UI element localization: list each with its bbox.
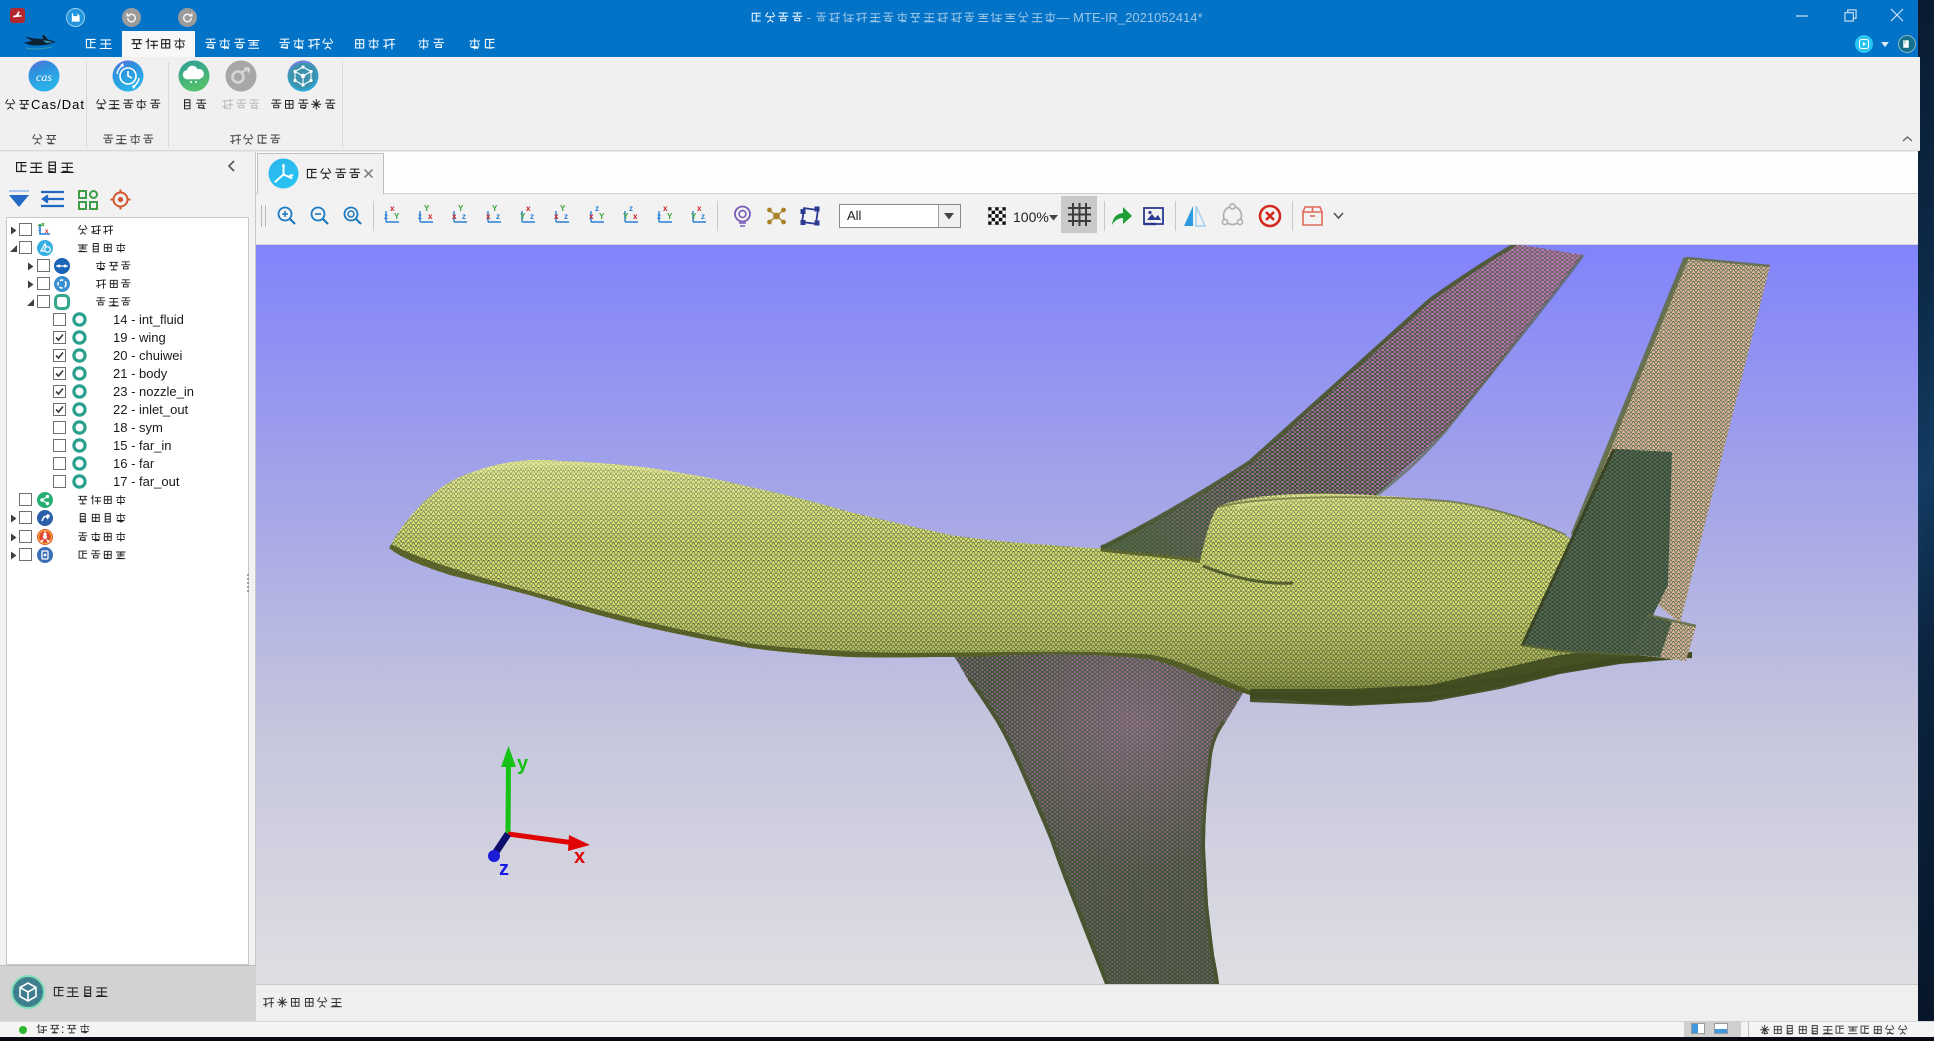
- svg-text:x: x: [486, 212, 491, 221]
- svg-text:z: z: [629, 205, 633, 213]
- svg-text:Y: Y: [691, 212, 697, 221]
- svg-text:y: y: [517, 753, 529, 775]
- svg-text:cas: cas: [36, 70, 52, 84]
- svg-text:z: z: [384, 212, 388, 221]
- svg-text:Y: Y: [424, 205, 430, 213]
- svg-text:Y: Y: [394, 212, 400, 221]
- svg-text:x: x: [574, 846, 585, 868]
- svg-text:Y: Y: [520, 212, 526, 221]
- svg-text:x: x: [633, 212, 638, 221]
- svg-text:z: z: [418, 212, 422, 221]
- svg-text:x: x: [428, 212, 433, 221]
- svg-text:x: x: [554, 212, 559, 221]
- svg-text:z: z: [462, 212, 466, 221]
- svg-text:x: x: [663, 205, 668, 213]
- svg-text:Y: Y: [560, 205, 566, 213]
- svg-text:x: x: [589, 212, 594, 221]
- svg-text:x: x: [452, 212, 457, 221]
- svg-text:x: x: [526, 205, 531, 213]
- svg-text:z: z: [595, 205, 599, 213]
- svg-text:z: z: [530, 212, 534, 221]
- svg-text:z: z: [38, 227, 41, 233]
- svg-text:Y: Y: [492, 205, 498, 213]
- svg-text:Y: Y: [458, 205, 464, 213]
- svg-text:Y: Y: [623, 212, 629, 221]
- svg-text:Y: Y: [599, 212, 605, 221]
- svg-text:x: x: [390, 205, 395, 213]
- svg-text:x: x: [697, 205, 702, 213]
- svg-text:z: z: [564, 212, 568, 221]
- svg-text:Y: Y: [667, 212, 673, 221]
- svg-text:z: z: [657, 212, 661, 221]
- svg-text:z: z: [701, 212, 705, 221]
- svg-text:z: z: [499, 858, 509, 880]
- svg-text:z: z: [496, 212, 500, 221]
